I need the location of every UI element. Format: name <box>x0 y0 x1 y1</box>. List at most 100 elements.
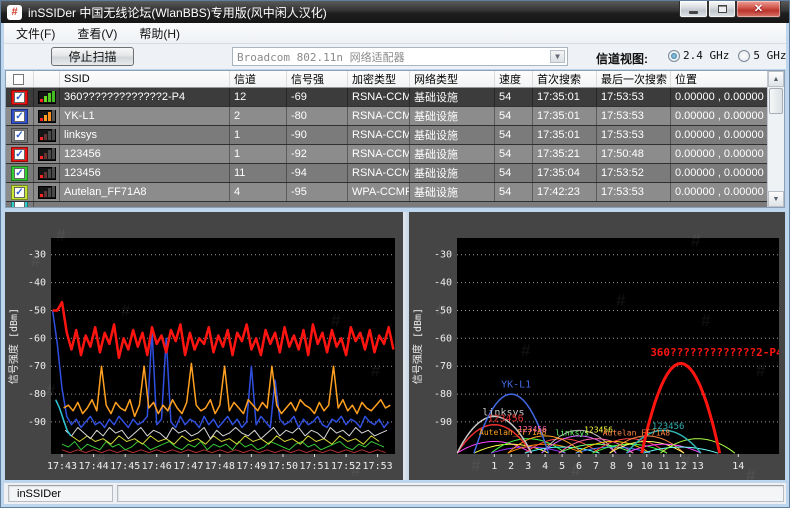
column-header[interactable]: 信号强 <box>287 71 348 87</box>
cell-network-type: 基础设施 <box>410 145 495 163</box>
svg-text:13: 13 <box>692 461 704 472</box>
radio-24ghz[interactable] <box>668 50 680 62</box>
cell-channel: 12 <box>230 88 287 106</box>
app-window: # inSSIDer 中国无线论坛(WlanBBS)专用版(风中闲人汉化) ✕ … <box>0 0 790 508</box>
cell-last-seen: 17:53:53 <box>597 88 671 106</box>
svg-text:-30: -30 <box>28 250 46 261</box>
status-message <box>117 485 784 502</box>
minimize-button[interactable] <box>679 1 708 18</box>
charts-area: -30-40-50-60-70-80-90信号强度 [dBm]17:4317:4… <box>5 212 785 480</box>
table-row-partial[interactable] <box>6 202 784 208</box>
svg-text:17:43: 17:43 <box>47 461 77 472</box>
row-color-swatch: ✓ <box>11 147 28 162</box>
row-color-swatch: ✓ <box>11 128 28 143</box>
cell-channel: 2 <box>230 107 287 125</box>
table-row[interactable]: ✓Autelan_FF71A84-95WPA-CCMP基础设施5417:42:2… <box>6 183 784 202</box>
menu-help[interactable]: 帮助(H) <box>129 23 190 44</box>
svg-text:17:46: 17:46 <box>142 461 172 472</box>
cell-speed: 54 <box>495 88 533 106</box>
stop-scan-button[interactable]: 停止扫描 <box>51 47 134 66</box>
svg-text:17:48: 17:48 <box>205 461 235 472</box>
row-color-swatch: ✓ <box>11 185 28 200</box>
scroll-up-icon[interactable]: ▲ <box>768 71 784 87</box>
status-bar: inSSIDer <box>4 483 786 504</box>
svg-text:9: 9 <box>627 461 633 472</box>
row-checkbox[interactable]: ✓ <box>14 168 25 179</box>
column-header[interactable]: 网络类型 <box>410 71 495 87</box>
row-checkbox[interactable]: ✓ <box>14 149 25 160</box>
svg-text:11: 11 <box>658 461 670 472</box>
column-header[interactable] <box>34 71 60 87</box>
svg-text:-80: -80 <box>434 389 452 400</box>
svg-text:信号强度 [dBm]: 信号强度 [dBm] <box>7 308 20 384</box>
svg-text:7: 7 <box>593 461 599 472</box>
window-title: inSSIDer 中国无线论坛(WlanBBS)专用版(风中闲人汉化) <box>28 4 327 21</box>
radio-5ghz[interactable] <box>738 50 750 62</box>
svg-text:17:53: 17:53 <box>363 461 393 472</box>
column-header[interactable]: SSID <box>60 71 230 87</box>
app-icon: # <box>7 5 22 20</box>
title-bar[interactable]: # inSSIDer 中国无线论坛(WlanBBS)专用版(风中闲人汉化) ✕ <box>1 1 789 23</box>
cell-speed: 54 <box>495 183 533 201</box>
cell-first-seen: 17:35:01 <box>533 126 597 144</box>
table-row[interactable]: ✓linksys1-90RSNA-CCMP基础设施5417:35:0117:53… <box>6 126 784 145</box>
maximize-button[interactable] <box>708 1 736 18</box>
cell-encryption: RSNA-CCMP <box>348 164 410 182</box>
row-checkbox[interactable]: ✓ <box>14 187 25 198</box>
column-header[interactable]: 最后一次搜索 <box>597 71 671 87</box>
scrollbar-thumb[interactable] <box>769 88 783 114</box>
cell-signal: -94 <box>287 164 348 182</box>
radio-24ghz-label[interactable]: 2.4 GHz <box>683 49 729 62</box>
select-all-header[interactable] <box>6 71 34 87</box>
table-row[interactable]: ✓1234561-92RSNA-CCMP基础设施5417:35:2117:50:… <box>6 145 784 164</box>
cell-network-type: 基础设施 <box>410 107 495 125</box>
column-header[interactable]: 信道 <box>230 71 287 87</box>
cell-last-seen: 17:53:53 <box>597 126 671 144</box>
column-header[interactable]: 加密类型 <box>348 71 410 87</box>
close-button[interactable]: ✕ <box>736 1 781 18</box>
scroll-down-icon[interactable]: ▼ <box>768 191 784 207</box>
table-row[interactable]: ✓12345611-94RSNA-CCMP基础设施5417:35:0417:53… <box>6 164 784 183</box>
row-checkbox[interactable] <box>14 202 25 207</box>
row-checkbox[interactable]: ✓ <box>14 130 25 141</box>
svg-text:17:51: 17:51 <box>299 461 329 472</box>
svg-text:-60: -60 <box>28 333 46 344</box>
column-header[interactable]: 首次搜索 <box>533 71 597 87</box>
cell-ssid: YK-L1 <box>60 107 230 125</box>
svg-text:14: 14 <box>732 461 744 472</box>
svg-text:-90: -90 <box>28 417 46 428</box>
svg-text:-90: -90 <box>434 417 452 428</box>
svg-text:17:49: 17:49 <box>236 461 266 472</box>
svg-text:信号强度 [dBm]: 信号强度 [dBm] <box>411 308 424 384</box>
table-scrollbar[interactable]: ▲ ▼ <box>767 71 784 207</box>
svg-text:-70: -70 <box>434 361 452 372</box>
svg-text:1: 1 <box>491 461 497 472</box>
cell-last-seen: 17:53:53 <box>597 107 671 125</box>
table-row[interactable]: ✓360?????????????2-P412-69RSNA-CCMP基础设施5… <box>6 88 784 107</box>
close-icon: ✕ <box>754 4 763 15</box>
menu-bar: 文件(F) 查看(V) 帮助(H) <box>4 23 786 44</box>
radio-5ghz-label[interactable]: 5 GHz <box>753 49 786 62</box>
menu-view[interactable]: 查看(V) <box>67 23 127 44</box>
row-color-swatch: ✓ <box>11 109 28 124</box>
cell-location: 0.00000 , 0.00000 <box>671 107 771 125</box>
svg-text:17:45: 17:45 <box>110 461 140 472</box>
row-checkbox[interactable]: ✓ <box>14 111 25 122</box>
adapter-value: Broadcom 802.11n 网络适配器 <box>237 49 405 65</box>
cell-speed: 54 <box>495 107 533 125</box>
column-header[interactable]: 速度 <box>495 71 533 87</box>
menu-file[interactable]: 文件(F) <box>6 23 65 44</box>
svg-text:-30: -30 <box>434 250 452 261</box>
table-row[interactable]: ✓YK-L12-80RSNA-CCMP基础设施5417:35:0117:53:5… <box>6 107 784 126</box>
column-header[interactable]: 位置 <box>671 71 771 87</box>
svg-text:-50: -50 <box>28 306 46 317</box>
channel-graph-24ghz: -30-40-50-60-70-80-90信号强度 [dBm]123456789… <box>409 212 785 480</box>
cell-signal: -80 <box>287 107 348 125</box>
chevron-down-icon[interactable]: ▼ <box>550 50 565 63</box>
row-checkbox[interactable]: ✓ <box>14 92 25 103</box>
select-all-checkbox[interactable] <box>13 74 24 85</box>
cell-ssid: 123456 <box>60 164 230 182</box>
row-color-swatch: ✓ <box>11 166 28 181</box>
adapter-combobox[interactable]: Broadcom 802.11n 网络适配器 ▼ <box>232 47 568 66</box>
cell-last-seen: 17:50:48 <box>597 145 671 163</box>
